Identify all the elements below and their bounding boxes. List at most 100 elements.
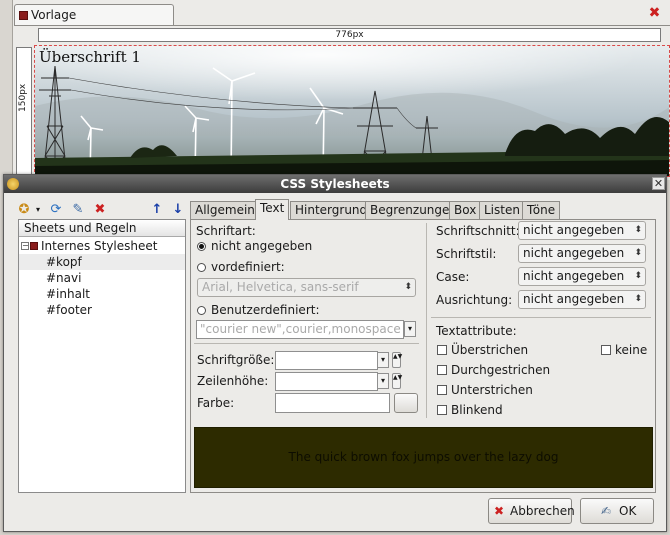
ok-button[interactable]: ✍ OK	[580, 498, 654, 524]
tree-item-label: #inhalt	[46, 287, 90, 301]
alignment-value: nicht angegeben	[523, 292, 625, 306]
column-separator	[426, 223, 427, 418]
select-arrows-icon: ⬍	[634, 225, 642, 235]
palette-icon[interactable]: ✪	[16, 202, 32, 218]
cancel-icon: ✖	[494, 504, 505, 518]
font-family-label: Schriftart:	[196, 224, 256, 238]
css-stylesheets-dialog: CSS Stylesheets ✕ ✪ ▾ ⟳ ✎ ✖ ↑ ↓ Sheets u…	[3, 174, 667, 532]
blink-label[interactable]: Blinkend	[451, 403, 503, 417]
case-select[interactable]: nicht angegeben ⬍	[518, 267, 646, 286]
underline-checkbox[interactable]	[437, 385, 447, 395]
font-size-spinner-icon[interactable]: ▲▼	[392, 352, 402, 368]
dialog-titlebar[interactable]: CSS Stylesheets ✕	[4, 175, 666, 193]
close-dialog-icon[interactable]: ✕	[652, 177, 665, 190]
color-input[interactable]	[275, 393, 390, 413]
dropdown-arrow-icon[interactable]: ▾	[33, 202, 43, 218]
collapse-icon[interactable]: −	[21, 242, 29, 250]
dialog-title: CSS Stylesheets	[280, 177, 390, 191]
app-icon	[7, 178, 19, 190]
height-ruler: 150px	[16, 47, 32, 175]
predefined-font-select[interactable]: Arial, Helvetica, sans-serif ⬍	[197, 278, 416, 297]
ruler-height-label: 150px	[18, 83, 28, 112]
move-up-icon[interactable]: ↑	[149, 202, 165, 218]
select-arrows-icon: ⬍	[634, 271, 642, 281]
radio-not-specified[interactable]	[197, 242, 206, 251]
line-height-input[interactable]	[275, 372, 378, 391]
font-size-input[interactable]	[275, 351, 378, 370]
header-heading[interactable]: Überschrift 1	[39, 48, 141, 66]
color-label: Farbe:	[197, 396, 235, 410]
select-arrows-icon: ⬍	[404, 282, 412, 292]
color-picker-button[interactable]	[394, 393, 418, 413]
none-label[interactable]: keine	[615, 343, 647, 357]
case-value: nicht angegeben	[523, 269, 625, 283]
radio-custom-label[interactable]: Benutzerdefiniert:	[211, 303, 320, 317]
none-checkbox[interactable]	[601, 345, 611, 355]
close-document-icon[interactable]: ✖	[648, 6, 661, 20]
overline-label[interactable]: Überstrichen	[451, 343, 528, 357]
line-height-dropdown-icon[interactable]: ▾	[377, 373, 389, 389]
tree-item-rule[interactable]: #footer	[19, 302, 185, 318]
tab-text[interactable]: Text	[255, 199, 290, 220]
document-icon	[19, 11, 28, 20]
font-style-label: Schriftstil:	[436, 247, 497, 261]
blink-checkbox[interactable]	[437, 405, 447, 415]
strikethrough-checkbox[interactable]	[437, 365, 447, 375]
tree-item-internal-stylesheet[interactable]: − Internes Stylesheet	[19, 238, 185, 254]
width-ruler: 776px	[38, 28, 661, 42]
underline-label[interactable]: Unterstrichen	[451, 383, 533, 397]
ruler-width-label: 776px	[335, 30, 364, 40]
font-style-value: nicht angegeben	[523, 246, 625, 260]
document-tab[interactable]: Vorlage	[14, 4, 174, 26]
tree-item-rule[interactable]: #inhalt	[19, 286, 185, 302]
strikethrough-label[interactable]: Durchgestrichen	[451, 363, 550, 377]
radio-predefined-label[interactable]: vordefiniert:	[211, 260, 285, 274]
refresh-icon[interactable]: ⟳	[48, 202, 64, 218]
custom-font-input[interactable]: "courier new",courier,monospace	[196, 320, 404, 339]
sheets-header: Sheets und Regeln	[19, 220, 185, 237]
tab-allgemein[interactable]: Allgemein	[190, 201, 260, 219]
font-style-select[interactable]: nicht angegeben ⬍	[518, 244, 646, 263]
radio-not-specified-label[interactable]: nicht angegeben	[211, 239, 312, 253]
alignment-select[interactable]: nicht angegeben ⬍	[518, 290, 646, 309]
separator	[431, 317, 651, 318]
font-weight-value: nicht angegeben	[523, 223, 625, 237]
ok-button-label: OK	[619, 504, 637, 518]
case-label: Case:	[436, 270, 470, 284]
document-tab-label: Vorlage	[31, 8, 77, 22]
tree-item-label: #navi	[46, 271, 82, 285]
cancel-button[interactable]: ✖ Abbrechen	[488, 498, 575, 524]
tab-hintergrund[interactable]: Hintergrund	[290, 201, 373, 219]
select-arrows-icon: ⬍	[634, 294, 642, 304]
tree-item-rule[interactable]: #kopf	[19, 254, 185, 270]
custom-font-dropdown-icon[interactable]: ▾	[404, 321, 416, 337]
tab-begrenzungen[interactable]: Begrenzungen	[365, 201, 463, 219]
tree-item-label: Internes Stylesheet	[41, 239, 158, 253]
select-arrows-icon: ⬍	[634, 248, 642, 258]
ok-icon: ✍	[601, 504, 612, 518]
predefined-font-value: Arial, Helvetica, sans-serif	[202, 280, 359, 294]
header-preview: Überschrift 1	[34, 45, 670, 177]
font-weight-select[interactable]: nicht angegeben ⬍	[518, 221, 646, 240]
radio-predefined[interactable]	[197, 263, 206, 272]
text-attributes-label: Textattribute:	[436, 324, 517, 338]
text-preview: The quick brown fox jumps over the lazy …	[194, 427, 653, 488]
tab-bar-line	[14, 25, 670, 26]
delete-icon[interactable]: ✖	[92, 202, 108, 218]
edit-icon[interactable]: ✎	[70, 202, 86, 218]
tab-box[interactable]: Box	[449, 201, 482, 219]
line-height-spinner-icon[interactable]: ▲▼	[392, 373, 402, 389]
overline-checkbox[interactable]	[437, 345, 447, 355]
separator	[194, 343, 419, 344]
alignment-label: Ausrichtung:	[436, 293, 513, 307]
tab-listen[interactable]: Listen	[479, 201, 525, 219]
font-size-label: Schriftgröße:	[197, 353, 275, 367]
cancel-button-label: Abbrechen	[510, 504, 575, 518]
move-down-icon[interactable]: ↓	[170, 202, 186, 218]
font-weight-label: Schriftschnitt:	[436, 224, 520, 238]
font-size-dropdown-icon[interactable]: ▾	[377, 352, 389, 368]
tab-toene[interactable]: Töne	[522, 201, 561, 219]
radio-custom[interactable]	[197, 306, 206, 315]
tree-item-label: #kopf	[46, 255, 82, 269]
tree-item-rule[interactable]: #navi	[19, 270, 185, 286]
